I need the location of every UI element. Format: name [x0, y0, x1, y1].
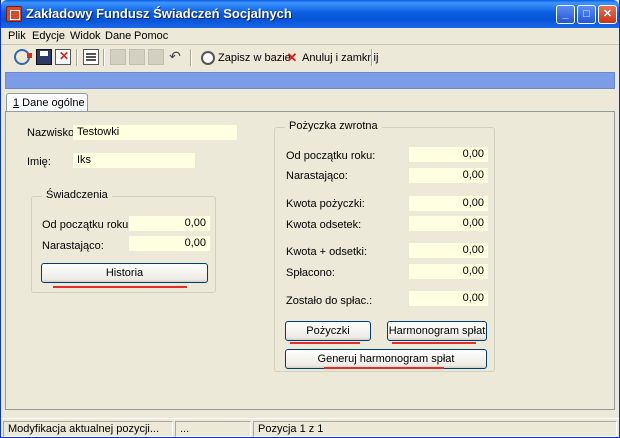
nazwisko-label: Nazwisko: — [27, 127, 78, 139]
kwota-plus-odsetki-field[interactable]: 0,00 — [409, 243, 488, 258]
menu-dane[interactable]: Dane — [105, 30, 131, 42]
toolbar: ↶ Zapisz w bazie ✕ Anuluj i zamknij — [1, 46, 619, 68]
save-icon[interactable] — [36, 49, 52, 65]
cancel-close-button[interactable]: ✕ Anuluj i zamknij — [285, 49, 379, 66]
minimize-button[interactable]: _ — [556, 5, 575, 24]
imie-label: Imię: — [27, 156, 51, 168]
cancel-icon: ✕ — [286, 49, 298, 65]
imie-field[interactable]: Iks — [73, 153, 195, 168]
copy-icon — [110, 49, 126, 65]
cancel-close-label: Anuluj i zamknij — [302, 51, 379, 64]
swiadczenia-od-poczatku-label: Od początku roku: — [42, 219, 132, 231]
toolbar-separator — [371, 49, 373, 66]
swiadczenia-narastajaco-label: Narastająco: — [42, 240, 104, 252]
menu-pomoc[interactable]: Pomoc — [134, 30, 168, 42]
header-strip — [5, 72, 615, 89]
annotation-underline — [392, 342, 476, 344]
refresh-icon[interactable] — [14, 49, 32, 65]
pozyczka-od-poczatku-label: Od początku roku: — [286, 150, 376, 162]
menu-bar: Plik Edycje Widok Dane Pomoc — [1, 28, 619, 45]
splacono-field[interactable]: 0,00 — [409, 264, 488, 279]
delete-icon[interactable] — [55, 49, 71, 65]
toolbar-separator — [76, 49, 78, 66]
tab-label: Dane ogólne — [19, 97, 85, 109]
zostalo-do-splaty-label: Zostało do spłac.: — [286, 295, 373, 307]
menu-edycje[interactable]: Edycje — [32, 30, 65, 42]
annotation-underline — [324, 367, 444, 369]
swiadczenia-narastajaco-field[interactable]: 0,00 — [129, 236, 210, 251]
menu-widok[interactable]: Widok — [70, 30, 101, 42]
harmonogram-button[interactable]: Harmonogram spłat — [387, 321, 487, 341]
maximize-button[interactable]: □ — [577, 5, 596, 24]
paste-icon — [148, 49, 164, 65]
save-to-db-label: Zapisz w bazie — [218, 51, 291, 64]
pozyczka-narastajaco-label: Narastająco: — [286, 170, 348, 182]
status-middle: ... — [175, 421, 251, 437]
kwota-plus-odsetki-label: Kwota + odsetki: — [286, 246, 368, 258]
historia-button[interactable]: Historia — [41, 263, 208, 283]
save-to-db-button[interactable]: Zapisz w bazie — [201, 49, 291, 66]
generuj-harmonogram-button[interactable]: Generuj harmonogram spłat — [285, 349, 487, 369]
cut-icon — [129, 49, 145, 65]
undo-icon[interactable]: ↶ — [167, 49, 183, 65]
window-title: Zakładowy Fundusz Świadczeń Socjalnych — [26, 6, 292, 21]
annotation-underline — [290, 342, 360, 344]
kwota-odsetek-field[interactable]: 0,00 — [409, 216, 488, 231]
splacono-label: Spłacono: — [286, 267, 335, 279]
pozyczka-narastajaco-field[interactable]: 0,00 — [409, 168, 488, 183]
tab-dane-ogolne[interactable]: 1 Dane ogólne — [6, 93, 88, 112]
close-button[interactable]: ✕ — [598, 5, 617, 24]
kwota-pozyczki-label: Kwota pożyczki: — [286, 198, 365, 210]
pozyczki-button[interactable]: Pożyczki — [285, 321, 371, 341]
swiadczenia-title: Świadczenia — [42, 189, 112, 201]
title-bar: Zakładowy Fundusz Świadczeń Socjalnych _… — [1, 0, 619, 28]
status-message: Modyfikacja aktualnej pozycji... — [3, 421, 173, 437]
app-icon[interactable] — [6, 6, 22, 22]
pozyczka-title: Pożyczka zwrotna — [285, 120, 382, 132]
toolbar-separator — [190, 49, 192, 66]
app-window: Zakładowy Fundusz Świadczeń Socjalnych _… — [0, 0, 620, 438]
status-bar: Modyfikacja aktualnej pozycji... ... Poz… — [1, 418, 619, 437]
annotation-underline — [53, 286, 187, 288]
nazwisko-field[interactable]: Testowki — [73, 125, 237, 140]
menu-plik[interactable]: Plik — [8, 30, 26, 42]
kwota-odsetek-label: Kwota odsetek: — [286, 219, 362, 231]
disk-icon — [201, 50, 215, 65]
toolbar-separator — [103, 49, 105, 66]
properties-icon[interactable] — [83, 49, 99, 65]
pozyczka-od-poczatku-field[interactable]: 0,00 — [409, 147, 488, 162]
swiadczenia-od-poczatku-field[interactable]: 0,00 — [129, 216, 210, 231]
kwota-pozyczki-field[interactable]: 0,00 — [409, 196, 488, 211]
zostalo-do-splaty-field[interactable]: 0,00 — [409, 291, 488, 306]
status-position: Pozycja 1 z 1 — [253, 421, 617, 437]
